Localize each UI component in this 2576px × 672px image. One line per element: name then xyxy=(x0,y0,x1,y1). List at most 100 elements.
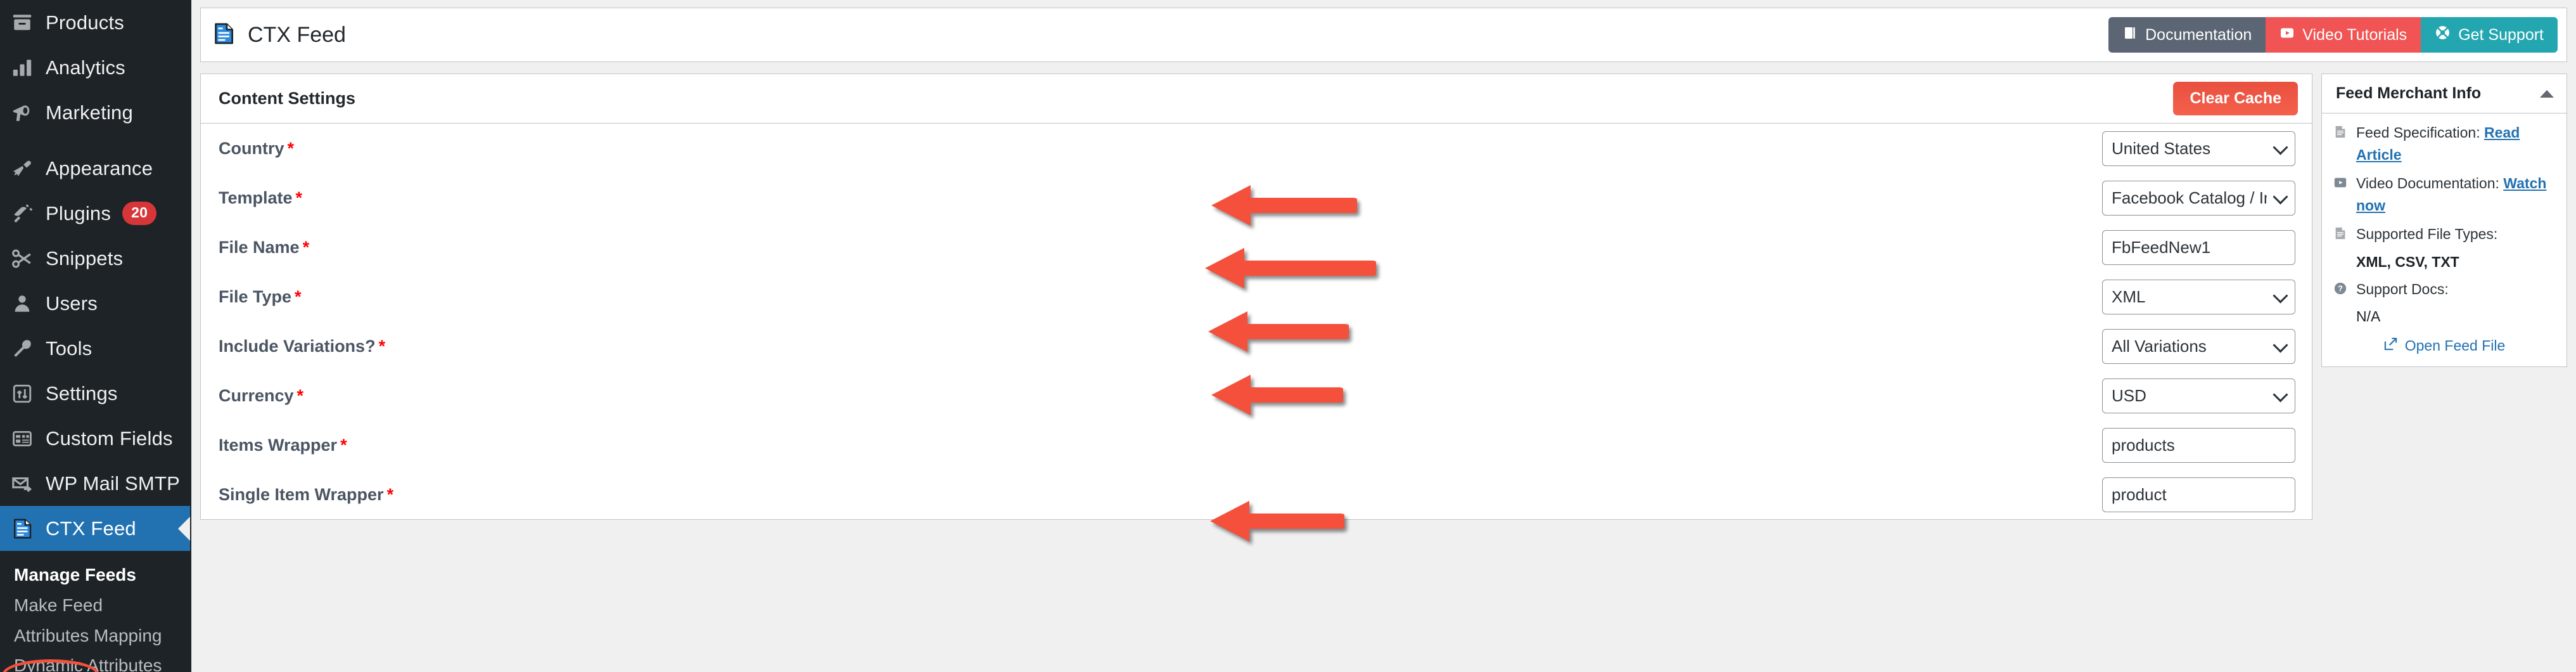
sidebar-item-analytics[interactable]: Analytics xyxy=(0,45,190,90)
chevron-down-icon xyxy=(2273,189,2288,205)
support-docs-row: ? Support Docs: xyxy=(2333,278,2555,302)
file-type-control: XML xyxy=(2102,279,2295,314)
supported-file-types-row: Supported File Types: xyxy=(2333,223,2555,247)
form-row-items-wrapper: Items Wrapper * products xyxy=(219,420,2295,470)
file-name-input[interactable]: FbFeedNew1 xyxy=(2102,229,2295,265)
video-documentation-label: Video Documentation: xyxy=(2356,175,2499,191)
country-control: United States xyxy=(2102,131,2295,166)
ctx-feed-logo-icon xyxy=(212,22,236,49)
merchant-info-header[interactable]: Feed Merchant Info xyxy=(2322,74,2566,113)
ctx-feed-icon xyxy=(11,514,46,544)
single-item-wrapper-value: product xyxy=(2112,484,2167,504)
sidebar-item-ctx-feed[interactable]: CTX Feed xyxy=(0,506,190,551)
page-topbar: CTX Feed Documentation Video Tutorials G… xyxy=(200,8,2567,62)
feed-specification-label: Feed Specification: xyxy=(2356,124,2480,141)
chevron-down-icon xyxy=(2273,139,2288,155)
sidebar-item-products[interactable]: Products xyxy=(0,0,190,45)
topbar-button-group: Documentation Video Tutorials Get Suppor… xyxy=(2108,17,2558,53)
documentation-button-label: Documentation xyxy=(2145,25,2252,44)
required-asterisk: * xyxy=(295,287,302,306)
sidebar-item-label: Analytics xyxy=(46,56,125,79)
required-asterisk: * xyxy=(287,138,295,158)
open-feed-file-link[interactable]: Open Feed File xyxy=(2333,337,2555,355)
sidebar-item-label: CTX Feed xyxy=(46,517,136,540)
sidebar-item-users[interactable]: Users xyxy=(0,281,190,326)
template-control: Facebook Catalog / Instagram xyxy=(2102,180,2295,216)
settings-icon xyxy=(11,378,46,409)
sidebar-item-label: WP Mail SMTP xyxy=(46,472,180,494)
template-label: Template * xyxy=(219,188,303,207)
chevron-up-icon[interactable] xyxy=(2540,89,2554,98)
file-name-control: FbFeedNew1 xyxy=(2102,229,2295,265)
feed-specification-row: Feed Specification: Read Article xyxy=(2333,122,2555,165)
sidebar-item-appearance[interactable]: Appearance xyxy=(0,146,190,191)
video-play-icon xyxy=(2333,172,2350,196)
content-settings-header: Content Settings Clear Cache xyxy=(201,74,2312,124)
feed-merchant-info-panel: Feed Merchant Info Feed Specification: R… xyxy=(2321,74,2567,367)
include-variations-value: All Variations xyxy=(2112,336,2207,356)
sidebar-item-marketing[interactable]: Marketing xyxy=(0,90,190,135)
form-row-country: Country * United States xyxy=(219,124,2295,173)
supported-file-types-label: Supported File Types: xyxy=(2356,226,2498,242)
plugins-icon xyxy=(11,198,46,229)
sidebar-item-snippets[interactable]: Snippets xyxy=(0,236,190,281)
chevron-down-icon xyxy=(2273,387,2288,403)
question-mark-icon: ? xyxy=(2333,278,2350,302)
sidebar-item-label: Marketing xyxy=(46,101,133,124)
feed-specification-text: Feed Specification: Read Article xyxy=(2356,122,2555,165)
submenu-item-dynamic-attributes[interactable]: Dynamic Attributes xyxy=(0,650,190,672)
video-tutorials-button-label: Video Tutorials xyxy=(2302,25,2407,44)
documentation-button[interactable]: Documentation xyxy=(2108,17,2266,53)
sidebar-item-wp-mail-smtp[interactable]: WP Mail SMTP xyxy=(0,461,190,506)
play-icon xyxy=(2280,25,2295,45)
appearance-icon xyxy=(11,153,46,184)
mail-icon xyxy=(11,468,46,499)
sidebar-item-label: Snippets xyxy=(46,247,124,269)
include-variations-select[interactable]: All Variations xyxy=(2102,328,2295,364)
sidebar-item-tools[interactable]: Tools xyxy=(0,326,190,371)
currency-value: USD xyxy=(2112,385,2146,405)
form-row-template: Template* Facebook Catalog / Instagram xyxy=(219,173,2295,223)
items-wrapper-label: Items Wrapper * xyxy=(219,435,347,455)
sidebar-item-label: Products xyxy=(46,11,124,34)
include-variations-label: Include Variations? * xyxy=(219,336,386,356)
products-icon xyxy=(11,8,46,38)
sidebar-item-plugins[interactable]: Plugins 20 xyxy=(0,191,190,236)
sidebar-item-label: Plugins xyxy=(46,202,112,224)
template-value: Facebook Catalog / Instagram xyxy=(2112,188,2267,207)
submenu-item-make-feed[interactable]: Make Feed xyxy=(0,590,190,621)
sidebar-item-settings[interactable]: Settings xyxy=(0,371,190,416)
file-type-value: XML xyxy=(2112,287,2146,306)
required-asterisk: * xyxy=(340,435,347,455)
page-title: CTX Feed xyxy=(248,22,346,47)
submenu-item-manage-feeds[interactable]: Manage Feeds xyxy=(0,560,190,590)
video-documentation-row: Video Documentation: Watch now xyxy=(2333,172,2555,216)
required-asterisk: * xyxy=(378,336,386,356)
admin-sidebar: Products Analytics Marketing Appearance xyxy=(0,0,190,672)
sidebar-item-label: Users xyxy=(46,292,98,314)
video-tutorials-button[interactable]: Video Tutorials xyxy=(2266,17,2421,53)
external-link-icon xyxy=(2383,337,2398,355)
page-body: Content Settings Clear Cache Country * Un… xyxy=(200,74,2567,520)
required-asterisk: * xyxy=(296,385,304,405)
get-support-button[interactable]: Get Support xyxy=(2421,17,2558,53)
file-type-select[interactable]: XML xyxy=(2102,279,2295,314)
currency-select[interactable]: USD xyxy=(2102,378,2295,413)
lifebuoy-icon xyxy=(2435,25,2451,45)
submenu-item-attributes-mapping[interactable]: Attributes Mapping xyxy=(0,621,190,651)
open-feed-file-label: Open Feed File xyxy=(2404,337,2506,354)
template-select[interactable]: Facebook Catalog / Instagram xyxy=(2102,180,2295,216)
content-settings-panel: Content Settings Clear Cache Country * Un… xyxy=(200,74,2312,520)
snippets-icon xyxy=(11,243,46,274)
sidebar-item-custom-fields[interactable]: Custom Fields xyxy=(0,416,190,461)
clear-cache-button[interactable]: Clear Cache xyxy=(2173,82,2298,115)
chevron-down-icon xyxy=(2273,288,2288,304)
include-variations-control: All Variations xyxy=(2102,328,2295,364)
sidebar-item-label: Settings xyxy=(46,382,118,404)
country-select[interactable]: United States xyxy=(2102,131,2295,166)
analytics-icon xyxy=(11,53,46,83)
single-item-wrapper-input[interactable]: product xyxy=(2102,477,2295,512)
items-wrapper-value: products xyxy=(2112,435,2175,455)
items-wrapper-input[interactable]: products xyxy=(2102,427,2295,463)
marketing-icon xyxy=(11,98,46,128)
